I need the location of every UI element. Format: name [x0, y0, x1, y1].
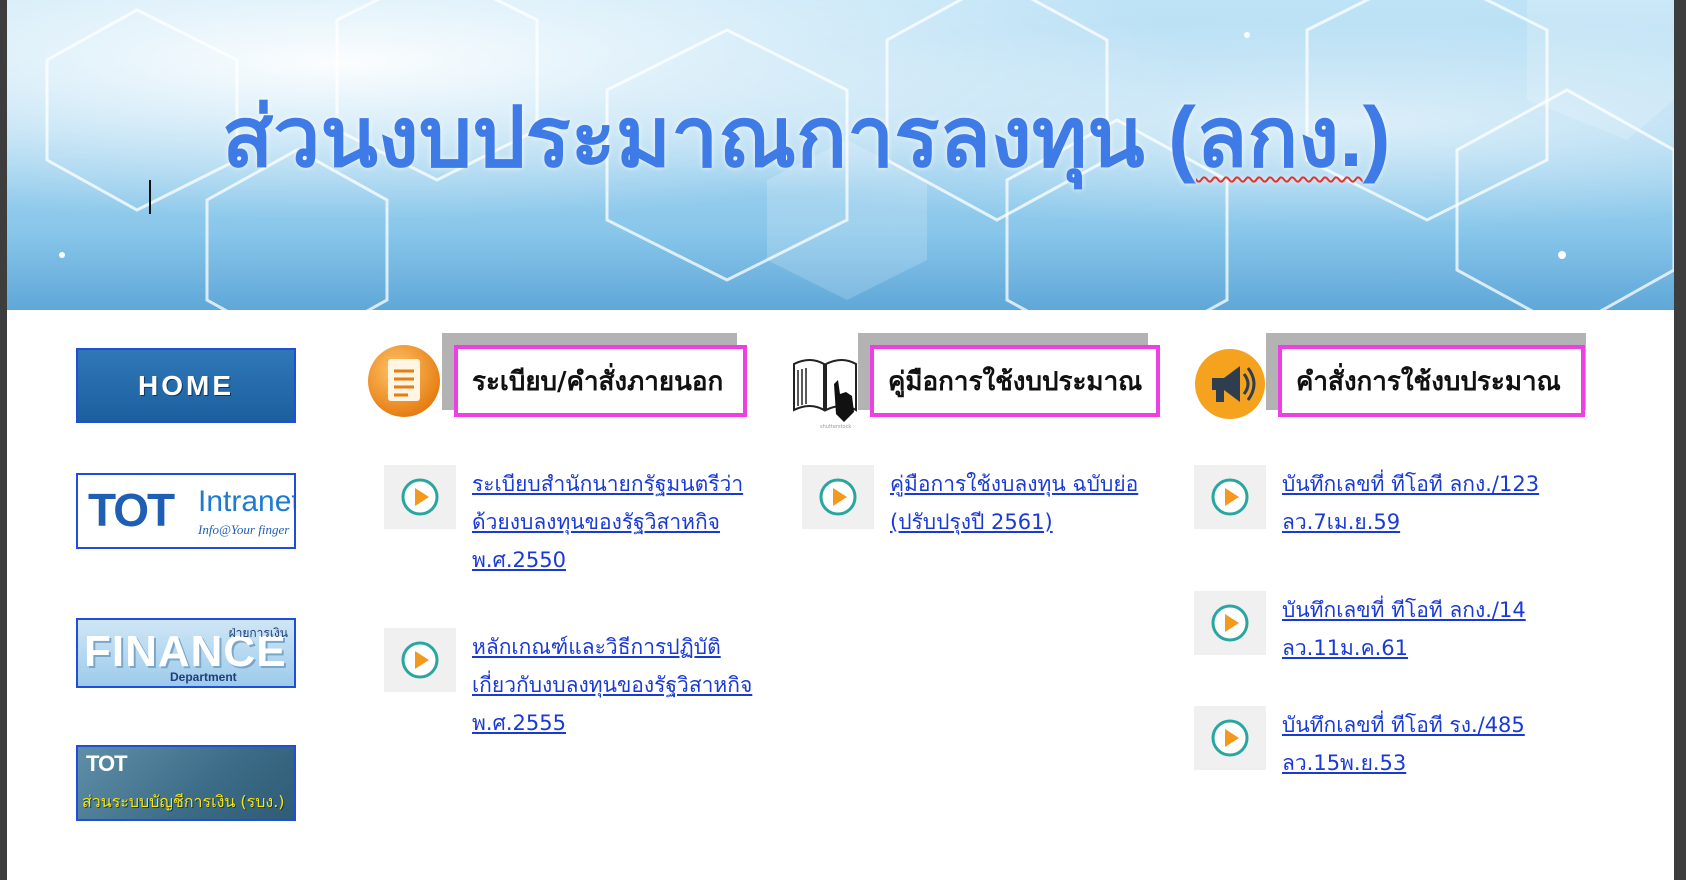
- section-title: ระเบียบ/คำสั่งภายนอก: [472, 366, 724, 397]
- page: ส่วนงบประมาณการลงทุน (ลกง.) HOME TOT Int…: [0, 0, 1686, 880]
- accounting-system-button[interactable]: TOT ส่วนระบบบัญชีการเงิน (รบง.): [76, 745, 296, 821]
- document-icon: [368, 345, 440, 417]
- section-title: คู่มือการใช้งบประมาณ: [888, 366, 1143, 397]
- regulation-link[interactable]: หลักเกณฑ์และวิธีการปฏิบัติเกี่ยวกับงบลงท…: [472, 628, 762, 742]
- play-button[interactable]: [384, 465, 456, 529]
- book-hand-icon: shutterstock: [793, 359, 857, 430]
- order-link[interactable]: บันทึกเลขที่ ทีโอที ลกง./14 ลว.11ม.ค.61: [1282, 591, 1572, 667]
- intranet-tagline: Info@Your finger: [198, 522, 290, 537]
- intranet-label: Intranet: [198, 485, 296, 518]
- play-icon: [1211, 719, 1249, 757]
- tot-logo: TOT: [86, 751, 128, 776]
- section-header-external-regulations: ระเบียบ/คำสั่งภายนอก: [442, 333, 747, 423]
- regulation-link[interactable]: ระเบียบสำนักนายกรัฐมนตรีว่าด้วยงบลงทุนขอ…: [472, 465, 762, 579]
- play-button[interactable]: [384, 628, 456, 692]
- order-link[interactable]: บันทึกเลขที่ ทีโอที ลกง./123 ลว.7เม.ย.59: [1282, 465, 1572, 541]
- section-header-budget-manual: คู่มือการใช้งบประมาณ: [858, 333, 1160, 423]
- icon-watermark: shutterstock: [820, 424, 851, 430]
- section-title: คำสั่งการใช้งบประมาณ: [1296, 366, 1561, 397]
- right-edge-bar: [1674, 0, 1686, 880]
- home-button[interactable]: HOME: [76, 348, 296, 423]
- section-title-box: คู่มือการใช้งบประมาณ: [870, 345, 1160, 417]
- department-label: Department: [170, 670, 237, 684]
- play-icon: [1211, 478, 1249, 516]
- section-header-budget-orders: คำสั่งการใช้งบประมาณ: [1266, 333, 1586, 423]
- home-button-label: HOME: [138, 369, 234, 401]
- megaphone-icon: [1195, 349, 1265, 419]
- play-button[interactable]: [1194, 465, 1266, 529]
- tot-logo: TOT: [88, 484, 175, 536]
- left-edge-bar: [0, 0, 7, 880]
- play-icon: [401, 641, 439, 679]
- play-icon: [1211, 604, 1249, 642]
- play-button[interactable]: [1194, 591, 1266, 655]
- accounting-label: ส่วนระบบบัญชีการเงิน (รบง.): [82, 792, 285, 811]
- text-cursor: [149, 180, 151, 214]
- play-icon: [819, 478, 857, 516]
- manual-link[interactable]: คู่มือการใช้งบลงทุน ฉบับย่อ (ปรับปรุงปี …: [890, 465, 1180, 541]
- header-banner: ส่วนงบประมาณการลงทุน (ลกง.): [7, 0, 1674, 310]
- tot-intranet-button[interactable]: TOT Intranet Info@Your finger: [76, 473, 296, 549]
- play-icon: [401, 478, 439, 516]
- title-abbreviation: ลกง.: [1195, 90, 1363, 184]
- order-link[interactable]: บันทึกเลขที่ ทีโอที รง./485 ลว.15พ.ย.53: [1282, 706, 1572, 782]
- finance-department-button[interactable]: FINANCE ฝ่ายการเงิน Department: [76, 618, 296, 688]
- section-title-box: ระเบียบ/คำสั่งภายนอก: [454, 345, 747, 417]
- finance-thai-label: ฝ่ายการเงิน: [228, 626, 288, 640]
- play-button[interactable]: [802, 465, 874, 529]
- section-title-box: คำสั่งการใช้งบประมาณ: [1278, 345, 1585, 417]
- page-title: ส่วนงบประมาณการลงทุน (ลกง.): [222, 90, 1391, 184]
- play-button[interactable]: [1194, 706, 1266, 770]
